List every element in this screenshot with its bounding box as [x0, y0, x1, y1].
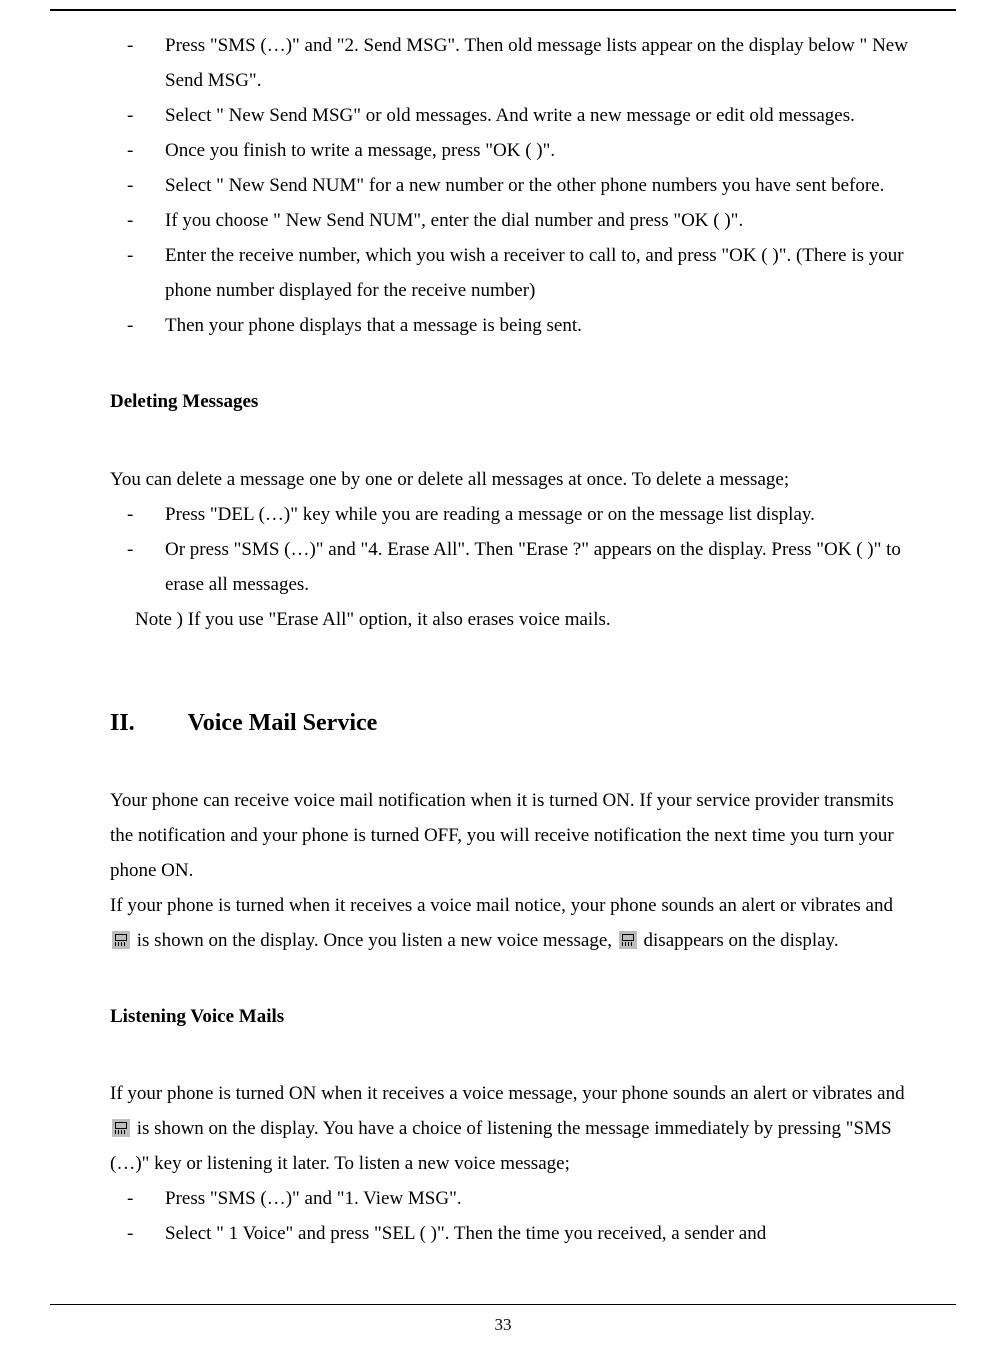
voicemail-icon — [112, 931, 130, 949]
voicemail-intro-b-before: If your phone is turned when it receives… — [110, 895, 893, 916]
voicemail-icon — [619, 931, 637, 949]
voicemail-intro-b-mid: is shown on the display. Once you listen… — [137, 930, 617, 951]
list-item: Press "SMS (…)" and "2. Send MSG". Then … — [110, 28, 911, 98]
step-text: Then your phone displays that a message … — [165, 315, 582, 336]
page-number: 33 — [0, 1315, 1006, 1335]
list-item: Enter the receive number, which you wish… — [110, 238, 911, 308]
voicemail-intro-a: Your phone can receive voice mail notifi… — [110, 783, 911, 888]
list-item: Or press "SMS (…)" and "4. Erase All". T… — [110, 532, 911, 602]
section-roman: II. — [110, 709, 182, 738]
step-text: Press "DEL (…)" key while you are readin… — [165, 504, 815, 525]
page-content: Press "SMS (…)" and "2. Send MSG". Then … — [110, 28, 911, 1251]
send-msg-steps: Press "SMS (…)" and "2. Send MSG". Then … — [110, 28, 911, 343]
listening-voicemails-heading: Listening Voice Mails — [110, 1006, 911, 1029]
top-horizontal-rule — [50, 9, 956, 11]
deleting-intro: You can delete a message one by one or d… — [110, 462, 911, 497]
step-text: Press "SMS (…)" and "1. View MSG". — [165, 1188, 462, 1209]
voicemail-intro-b-after: disappears on the display. — [644, 930, 839, 951]
step-text: Once you finish to write a message, pres… — [165, 140, 555, 161]
delete-steps: Press "DEL (…)" key while you are readin… — [110, 497, 911, 602]
delete-note: Note ) If you use "Erase All" option, it… — [110, 602, 911, 637]
list-item: Select " 1 Voice" and press "SEL ( )". T… — [110, 1216, 911, 1251]
step-text: Select " 1 Voice" and press "SEL ( )". T… — [165, 1223, 766, 1244]
list-item: Select " New Send NUM" for a new number … — [110, 168, 911, 203]
page: Press "SMS (…)" and "2. Send MSG". Then … — [0, 0, 1006, 1355]
voicemail-icon — [112, 1119, 130, 1137]
section-title: Voice Mail Service — [188, 710, 378, 736]
listening-intro-before: If your phone is turned ON when it recei… — [110, 1083, 905, 1104]
list-item: Press "DEL (…)" key while you are readin… — [110, 497, 911, 532]
step-text: If you choose " New Send NUM", enter the… — [165, 210, 743, 231]
voice-mail-heading: II. Voice Mail Service — [110, 709, 911, 738]
listening-intro-after: is shown on the display. You have a choi… — [110, 1118, 892, 1174]
list-item: Select " New Send MSG" or old messages. … — [110, 98, 911, 133]
deleting-messages-heading: Deleting Messages — [110, 391, 911, 414]
voicemail-intro-b: If your phone is turned when it receives… — [110, 888, 911, 958]
listening-steps: Press "SMS (…)" and "1. View MSG". Selec… — [110, 1181, 911, 1251]
list-item: If you choose " New Send NUM", enter the… — [110, 203, 911, 238]
step-text: Select " New Send MSG" or old messages. … — [165, 105, 855, 126]
bottom-horizontal-rule — [50, 1304, 956, 1305]
list-item: Press "SMS (…)" and "1. View MSG". — [110, 1181, 911, 1216]
list-item: Then your phone displays that a message … — [110, 308, 911, 343]
step-text: Select " New Send NUM" for a new number … — [165, 175, 884, 196]
list-item: Once you finish to write a message, pres… — [110, 133, 911, 168]
step-text: Enter the receive number, which you wish… — [165, 245, 904, 301]
step-text: Or press "SMS (…)" and "4. Erase All". T… — [165, 539, 901, 595]
listening-intro: If your phone is turned ON when it recei… — [110, 1076, 911, 1181]
step-text: Press "SMS (…)" and "2. Send MSG". Then … — [165, 35, 908, 91]
